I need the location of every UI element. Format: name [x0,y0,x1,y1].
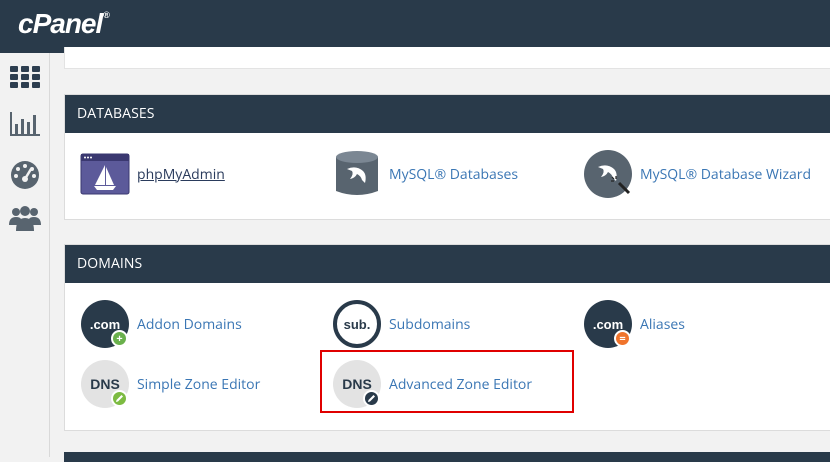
pencil-badge-icon [111,390,128,407]
mysql-wizard-label: MySQL® Database Wizard [640,164,812,184]
mysql-wizard-icon [583,149,633,199]
addon-domains-link[interactable]: .com + Addon Domains [80,299,242,349]
equals-badge-icon: = [614,330,631,347]
mysql-databases-link[interactable]: MySQL® Databases [332,149,518,199]
logo-text: cPanel [18,8,103,39]
next-panel-header [64,452,830,462]
mysql-databases-label: MySQL® Databases [389,164,519,184]
simple-zone-editor-link[interactable]: DNS Simple Zone Editor [80,359,260,409]
dashboard-gauge-icon[interactable] [8,157,42,191]
aliases-label: Aliases [640,314,685,334]
addon-domains-icon: .com + [80,299,130,349]
simple-zone-editor-icon: DNS [80,359,130,409]
top-navbar: cPanel® [0,0,830,53]
phpmyadmin-link[interactable]: phpMyAdmin [80,149,225,199]
aliases-icon: .com = [583,299,633,349]
databases-panel: DATABASES phpMyAdmin MySQL® Databases My… [64,94,830,220]
mysql-wizard-link[interactable]: MySQL® Database Wizard [583,149,811,199]
databases-heading[interactable]: DATABASES [65,95,830,133]
registered-mark: ® [103,10,110,20]
highlight-box [320,350,574,413]
apps-grid-icon[interactable] [8,61,42,95]
stats-chart-icon[interactable] [8,108,42,142]
users-icon[interactable] [8,203,42,237]
plus-badge-icon: + [111,330,128,347]
subdomains-link[interactable]: sub. Subdomains [332,299,470,349]
mysql-database-icon [332,149,382,199]
addon-domains-label: Addon Domains [137,314,242,334]
cpanel-logo[interactable]: cPanel® [18,8,110,40]
subdomains-label: Subdomains [389,314,471,334]
phpmyadmin-label: phpMyAdmin [137,164,225,184]
aliases-link[interactable]: .com = Aliases [583,299,685,349]
simple-zone-editor-label: Simple Zone Editor [137,374,261,394]
subdomains-icon: sub. [332,299,382,349]
domains-heading[interactable]: DOMAINS [65,245,830,283]
phpmyadmin-icon [80,149,130,199]
left-sidebar [0,53,50,457]
previous-panel-bottom [64,47,830,69]
subdomains-icon-text: sub. [343,316,371,332]
